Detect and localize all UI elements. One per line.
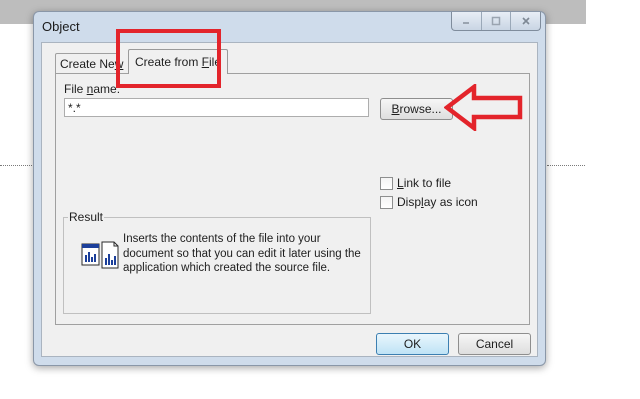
tab-create-new[interactable]: Create New [55,53,123,73]
close-icon [522,17,530,25]
object-dialog: Object Create New Create from File File … [33,11,546,366]
result-line: Inserts the contents of the file into yo… [123,233,321,245]
minimize-button[interactable] [452,12,482,30]
caption-buttons [451,12,541,31]
display-as-icon-option[interactable]: Display as icon [380,195,478,209]
cancel-button[interactable]: Cancel [458,333,531,355]
browse-button[interactable]: Browse... [380,98,453,120]
result-group: Result Inserts the contents of the file … [63,210,371,314]
dialog-titlebar[interactable]: Object [34,12,545,40]
annotation-highlight-box [116,29,221,88]
result-line: application which created the source fil… [123,262,331,274]
result-description: Inserts the contents of the file into yo… [123,232,368,276]
link-to-file-checkbox[interactable] [380,176,393,190]
ok-button[interactable]: OK [376,333,449,355]
tab-create-new-label: Create New [60,56,124,71]
display-as-icon-label: Display as icon [397,195,478,209]
minimize-icon [463,22,470,24]
close-button[interactable] [511,12,540,30]
annotation-arrow-icon [444,84,523,131]
maximize-button[interactable] [482,12,512,30]
link-to-file-option[interactable]: Link to file [380,176,451,190]
result-line: document so that you can edit it later u… [123,247,361,260]
maximize-icon [491,16,501,26]
file-name-label: File name: [64,82,121,96]
browse-button-label: Browse... [391,102,442,116]
page-margin-line-left [0,165,36,166]
file-name-input[interactable]: *.* [64,98,369,117]
display-as-icon-checkbox[interactable] [380,195,393,209]
dialog-title: Object [42,19,80,34]
result-group-title: Result [68,210,105,224]
page-margin-line-right [547,165,585,166]
insert-file-icon [81,241,119,269]
link-to-file-label: Link to file [397,176,452,190]
